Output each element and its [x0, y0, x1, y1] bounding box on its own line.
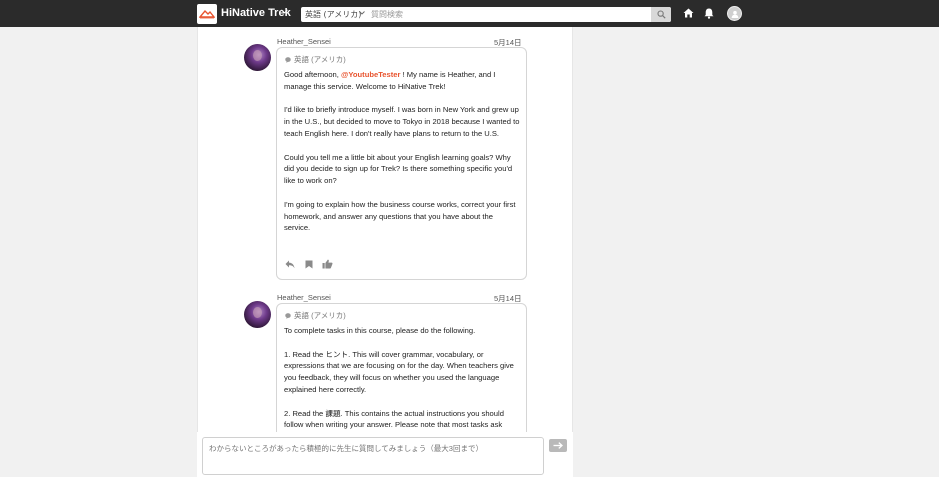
teacher-avatar[interactable] — [244, 301, 271, 328]
search-button[interactable] — [651, 7, 671, 22]
search-icon — [657, 10, 666, 19]
message-author[interactable]: Heather_Sensei — [277, 37, 331, 46]
message-paragraph: 1. Read the ヒント. This will cover grammar… — [284, 349, 514, 394]
avatar-icon[interactable] — [727, 6, 742, 21]
speech-bubble-icon — [285, 57, 291, 63]
message-text: Good afternoon, @YoutubeTester ! My name… — [284, 69, 520, 246]
send-button[interactable] — [549, 439, 567, 452]
message-paragraph: Good afternoon, — [284, 70, 341, 79]
question-textarea[interactable] — [203, 438, 543, 474]
logo-icon[interactable] — [197, 4, 217, 24]
bell-icon[interactable] — [704, 8, 714, 19]
chevron-down-icon[interactable] — [359, 11, 365, 15]
message-paragraph: I'd like to briefly introduce myself. I … — [284, 105, 520, 138]
arrow-right-icon — [553, 442, 563, 449]
search-language-select[interactable]: 英語 (アメリカ) — [305, 9, 361, 20]
message-paragraph: I'm going to explain how the business co… — [284, 199, 516, 233]
like-icon[interactable] — [322, 259, 333, 269]
question-input[interactable] — [202, 437, 544, 475]
message-language: 英語 (アメリカ) — [294, 55, 346, 64]
top-navigation-bar: HiNative Trek 英語 (アメリカ) 質問検索 — [0, 0, 939, 27]
message-language: 英語 (アメリカ) — [294, 311, 346, 320]
message-text: To complete tasks in this course, please… — [284, 325, 520, 443]
chevron-down-icon[interactable] — [281, 9, 288, 14]
home-icon[interactable] — [683, 8, 694, 18]
search-bar[interactable]: 英語 (アメリカ) 質問検索 — [301, 7, 671, 22]
message-author[interactable]: Heather_Sensei — [277, 293, 331, 302]
message-paragraph: 2. Read the 課題. This contains the actual… — [284, 408, 504, 430]
teacher-avatar[interactable] — [244, 44, 271, 71]
user-mention[interactable]: @YoutubeTester — [341, 70, 400, 79]
speech-bubble-icon — [285, 313, 291, 319]
message-paragraph: Could you tell me a little bit about you… — [284, 152, 513, 186]
conversation-panel: Heather_Sensei 5月14日 英語 (アメリカ) Good afte… — [197, 27, 573, 477]
bookmark-icon[interactable] — [305, 260, 313, 269]
search-input[interactable]: 質問検索 — [371, 9, 403, 20]
message-bubble: 英語 (アメリカ) Good afternoon, @YoutubeTester… — [276, 47, 527, 280]
message-paragraph: To complete tasks in this course, please… — [284, 326, 476, 335]
reply-icon[interactable] — [285, 260, 295, 269]
